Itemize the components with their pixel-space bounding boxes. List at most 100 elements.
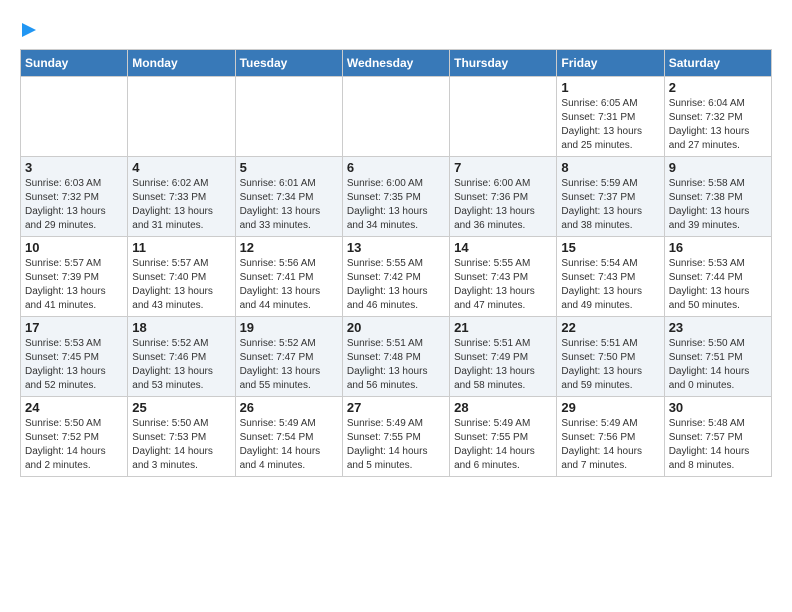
calendar-cell: 11Sunrise: 5:57 AM Sunset: 7:40 PM Dayli…: [128, 236, 235, 316]
calendar-cell: 24 Sunrise: 5:50 AM Sunset: 7:52 PM Dayli…: [21, 396, 128, 476]
day-info: Sunrise: 5:49 AM Sunset: 7:55 PM Dayligh…: [347, 417, 445, 473]
day-info: Sunrise: 5:51 AM Sunset: 7:48 PM Dayligh…: [347, 337, 445, 393]
logo: General Blue: [20, 20, 36, 39]
calendar-cell: 23Sunrise: 5:50 AM Sunset: 7:51 PM Dayli…: [664, 316, 771, 396]
day-info: Sunrise: 5:49 AM Sunset: 7:56 PM Dayligh…: [561, 417, 659, 473]
calendar-cell: [342, 76, 449, 156]
logo-blue-text: [20, 20, 36, 39]
calendar-cell: 2 Sunrise: 6:04 AM Sunset: 7:32 PM Daylig…: [664, 76, 771, 156]
weekday-header: Monday: [128, 49, 235, 76]
day-number: 1: [561, 80, 659, 95]
day-number: 16: [669, 240, 767, 255]
day-info: Sunrise: 5:57 AM Sunset: 7:40 PM Dayligh…: [132, 257, 230, 313]
day-info: Sunrise: 5:54 AM Sunset: 7:43 PM Dayligh…: [561, 257, 659, 313]
day-info: Sunrise: 6:01 AM Sunset: 7:34 PM Dayligh…: [240, 177, 338, 233]
calendar-cell: 5 Sunrise: 6:01 AM Sunset: 7:34 PM Daylig…: [235, 156, 342, 236]
day-info: Sunrise: 6:03 AM Sunset: 7:32 PM Dayligh…: [25, 177, 123, 233]
calendar-cell: 20 Sunrise: 5:51 AM Sunset: 7:48 PM Dayli…: [342, 316, 449, 396]
day-info: Sunrise: 5:51 AM Sunset: 7:50 PM Dayligh…: [561, 337, 659, 393]
calendar-cell: [235, 76, 342, 156]
calendar-cell: 10Sunrise: 5:57 AM Sunset: 7:39 PM Dayli…: [21, 236, 128, 316]
day-number: 15: [561, 240, 659, 255]
calendar-cell: 29 Sunrise: 5:49 AM Sunset: 7:56 PM Dayli…: [557, 396, 664, 476]
day-info: Sunrise: 5:50 AM Sunset: 7:52 PM Dayligh…: [25, 417, 123, 473]
weekday-header: Tuesday: [235, 49, 342, 76]
calendar-cell: 21 Sunrise: 5:51 AM Sunset: 7:49 PM Dayli…: [450, 316, 557, 396]
calendar-cell: 30 Sunrise: 5:48 AM Sunset: 7:57 PM Dayli…: [664, 396, 771, 476]
calendar-cell: 6 Sunrise: 6:00 AM Sunset: 7:35 PM Daylig…: [342, 156, 449, 236]
day-info: Sunrise: 5:50 AM Sunset: 7:53 PM Dayligh…: [132, 417, 230, 473]
day-info: Sunrise: 5:58 AM Sunset: 7:38 PM Dayligh…: [669, 177, 767, 233]
weekday-header: Wednesday: [342, 49, 449, 76]
calendar-cell: 8 Sunrise: 5:59 AM Sunset: 7:37 PM Daylig…: [557, 156, 664, 236]
calendar-header-row: SundayMondayTuesdayWednesdayThursdayFrid…: [21, 49, 772, 76]
day-info: Sunrise: 5:59 AM Sunset: 7:37 PM Dayligh…: [561, 177, 659, 233]
calendar-cell: 14Sunrise: 5:55 AM Sunset: 7:43 PM Dayli…: [450, 236, 557, 316]
calendar-cell: 9 Sunrise: 5:58 AM Sunset: 7:38 PM Daylig…: [664, 156, 771, 236]
day-number: 19: [240, 320, 338, 335]
calendar-week-row: 24 Sunrise: 5:50 AM Sunset: 7:52 PM Dayli…: [21, 396, 772, 476]
calendar-cell: 22 Sunrise: 5:51 AM Sunset: 7:50 PM Dayli…: [557, 316, 664, 396]
day-info: Sunrise: 6:00 AM Sunset: 7:36 PM Dayligh…: [454, 177, 552, 233]
day-number: 6: [347, 160, 445, 175]
calendar-cell: [128, 76, 235, 156]
calendar-cell: 25Sunrise: 5:50 AM Sunset: 7:53 PM Dayli…: [128, 396, 235, 476]
day-info: Sunrise: 5:53 AM Sunset: 7:44 PM Dayligh…: [669, 257, 767, 313]
day-info: Sunrise: 5:49 AM Sunset: 7:55 PM Dayligh…: [454, 417, 552, 473]
day-number: 8: [561, 160, 659, 175]
calendar-cell: 12 Sunrise: 5:56 AM Sunset: 7:41 PM Dayli…: [235, 236, 342, 316]
day-number: 24: [25, 400, 123, 415]
day-number: 4: [132, 160, 230, 175]
calendar-cell: 4Sunrise: 6:02 AM Sunset: 7:33 PM Daylig…: [128, 156, 235, 236]
day-info: Sunrise: 5:57 AM Sunset: 7:39 PM Dayligh…: [25, 257, 123, 313]
day-info: Sunrise: 5:48 AM Sunset: 7:57 PM Dayligh…: [669, 417, 767, 473]
day-info: Sunrise: 5:55 AM Sunset: 7:42 PM Dayligh…: [347, 257, 445, 313]
day-number: 26: [240, 400, 338, 415]
day-number: 5: [240, 160, 338, 175]
calendar-cell: 3 Sunrise: 6:03 AM Sunset: 7:32 PM Daylig…: [21, 156, 128, 236]
day-number: 12: [240, 240, 338, 255]
day-number: 27: [347, 400, 445, 415]
calendar-cell: 19Sunrise: 5:52 AM Sunset: 7:47 PM Dayli…: [235, 316, 342, 396]
calendar-week-row: 1 Sunrise: 6:05 AM Sunset: 7:31 PM Daylig…: [21, 76, 772, 156]
calendar-week-row: 3 Sunrise: 6:03 AM Sunset: 7:32 PM Daylig…: [21, 156, 772, 236]
calendar-cell: 13 Sunrise: 5:55 AM Sunset: 7:42 PM Dayli…: [342, 236, 449, 316]
weekday-header: Thursday: [450, 49, 557, 76]
header: General Blue: [20, 20, 772, 39]
calendar-cell: 15 Sunrise: 5:54 AM Sunset: 7:43 PM Dayli…: [557, 236, 664, 316]
day-info: Sunrise: 6:00 AM Sunset: 7:35 PM Dayligh…: [347, 177, 445, 233]
day-number: 22: [561, 320, 659, 335]
day-info: Sunrise: 6:04 AM Sunset: 7:32 PM Dayligh…: [669, 97, 767, 153]
day-info: Sunrise: 5:56 AM Sunset: 7:41 PM Dayligh…: [240, 257, 338, 313]
calendar-cell: 16 Sunrise: 5:53 AM Sunset: 7:44 PM Dayli…: [664, 236, 771, 316]
day-number: 21: [454, 320, 552, 335]
day-number: 29: [561, 400, 659, 415]
day-number: 30: [669, 400, 767, 415]
calendar-cell: 28Sunrise: 5:49 AM Sunset: 7:55 PM Dayli…: [450, 396, 557, 476]
day-number: 3: [25, 160, 123, 175]
day-info: Sunrise: 6:05 AM Sunset: 7:31 PM Dayligh…: [561, 97, 659, 153]
calendar-cell: [450, 76, 557, 156]
day-info: Sunrise: 5:55 AM Sunset: 7:43 PM Dayligh…: [454, 257, 552, 313]
calendar-cell: 17 Sunrise: 5:53 AM Sunset: 7:45 PM Dayli…: [21, 316, 128, 396]
day-info: Sunrise: 5:51 AM Sunset: 7:49 PM Dayligh…: [454, 337, 552, 393]
calendar-cell: 26 Sunrise: 5:49 AM Sunset: 7:54 PM Dayli…: [235, 396, 342, 476]
calendar-cell: 18 Sunrise: 5:52 AM Sunset: 7:46 PM Dayli…: [128, 316, 235, 396]
weekday-header: Saturday: [664, 49, 771, 76]
day-info: Sunrise: 5:53 AM Sunset: 7:45 PM Dayligh…: [25, 337, 123, 393]
day-number: 9: [669, 160, 767, 175]
day-number: 18: [132, 320, 230, 335]
day-number: 7: [454, 160, 552, 175]
day-number: 2: [669, 80, 767, 95]
day-info: Sunrise: 5:49 AM Sunset: 7:54 PM Dayligh…: [240, 417, 338, 473]
calendar-cell: 7 Sunrise: 6:00 AM Sunset: 7:36 PM Daylig…: [450, 156, 557, 236]
calendar-week-row: 17 Sunrise: 5:53 AM Sunset: 7:45 PM Dayli…: [21, 316, 772, 396]
calendar-cell: [21, 76, 128, 156]
day-number: 20: [347, 320, 445, 335]
calendar: SundayMondayTuesdayWednesdayThursdayFrid…: [20, 49, 772, 477]
weekday-header: Friday: [557, 49, 664, 76]
day-number: 17: [25, 320, 123, 335]
weekday-header: Sunday: [21, 49, 128, 76]
day-number: 13: [347, 240, 445, 255]
day-info: Sunrise: 5:52 AM Sunset: 7:46 PM Dayligh…: [132, 337, 230, 393]
